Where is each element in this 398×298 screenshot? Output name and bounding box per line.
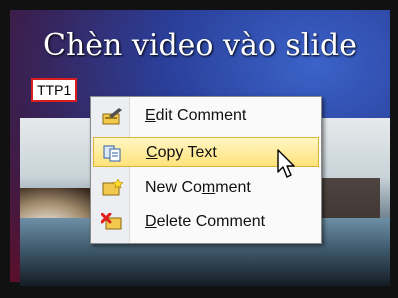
menu-item-label: New Comment: [145, 179, 251, 196]
menu-item-label: Copy Text: [146, 144, 217, 161]
mouse-pointer-icon: [277, 149, 295, 178]
new-comment-icon: [102, 179, 123, 196]
screenshot-frame: Chèn video vào slide TTP1 Edit Comment C…: [0, 0, 398, 298]
video-building: [320, 178, 380, 218]
delete-comment-icon: [101, 213, 122, 230]
menu-item-delete-comment[interactable]: Delete Comment: [93, 207, 319, 237]
copy-text-icon: [103, 145, 121, 162]
edit-comment-icon: [102, 108, 122, 125]
menu-item-label: Delete Comment: [145, 213, 266, 230]
menu-item-label: Edit Comment: [145, 107, 247, 124]
menu-item-edit-comment[interactable]: Edit Comment: [93, 101, 319, 131]
slide-title: Chèn video vào slide: [43, 28, 357, 63]
comment-marker[interactable]: TTP1: [31, 78, 78, 102]
